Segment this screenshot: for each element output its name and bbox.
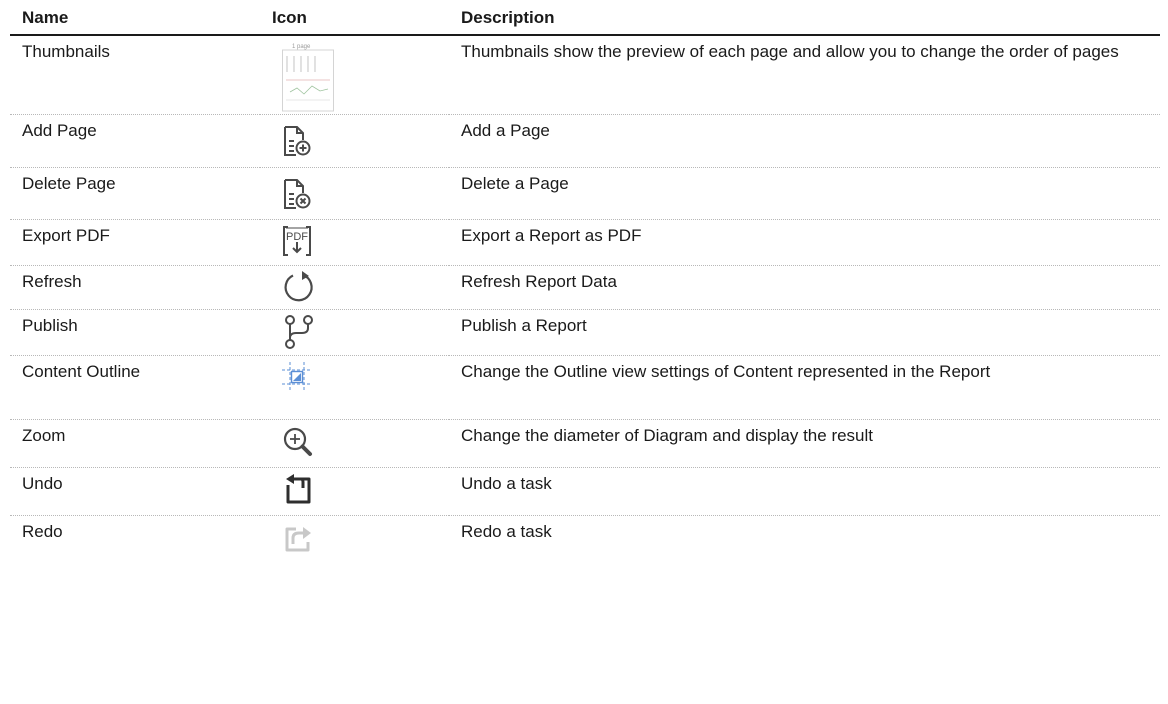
- row-name: Undo: [22, 473, 63, 493]
- table-row: Export PDF PDF Export a Report as PDF: [10, 219, 1160, 265]
- header-icon: Icon: [272, 8, 307, 27]
- export-pdf-icon: PDF: [283, 225, 311, 256]
- content-outline-icon: [282, 361, 312, 392]
- add-page-icon: [284, 125, 311, 156]
- thumbnail-label: 1 page: [292, 44, 311, 50]
- toolbar-reference-table: Name Icon Description Thumbnails 1 page: [10, 4, 1160, 565]
- row-name: Add Page: [22, 120, 97, 140]
- row-description: Refresh Report Data: [461, 271, 617, 291]
- publish-icon: [285, 314, 313, 349]
- row-name: Content Outline: [22, 361, 141, 381]
- row-description: Undo a task: [461, 473, 552, 493]
- zoom-in-icon: [283, 427, 312, 456]
- table-row: Undo Undo a task: [10, 467, 1160, 515]
- row-description: Delete a Page: [461, 173, 569, 193]
- table-row: Thumbnails 1 page Thumbnails show the pr…: [10, 35, 1160, 114]
- header-description: Description: [461, 8, 555, 27]
- refresh-icon: [284, 270, 313, 301]
- redo-icon: [285, 526, 311, 551]
- row-description: Redo a task: [461, 521, 552, 541]
- row-description: Export a Report as PDF: [461, 225, 642, 245]
- table-row: Redo Redo a task: [10, 515, 1160, 565]
- row-name: Refresh: [22, 271, 82, 291]
- pdf-label: PDF: [286, 231, 308, 243]
- table-row: Delete Page Delete a Page: [10, 167, 1160, 219]
- row-name: Delete Page: [22, 173, 116, 193]
- row-description: Change the diameter of Diagram and displ…: [461, 425, 874, 445]
- row-name: Redo: [22, 521, 63, 541]
- delete-page-icon: [284, 178, 311, 209]
- row-description: Change the Outline view settings of Cont…: [461, 361, 991, 381]
- row-name: Publish: [22, 315, 78, 335]
- row-name: Zoom: [22, 425, 66, 445]
- row-description: Thumbnails show the preview of each page…: [461, 42, 1119, 61]
- row-description: Add a Page: [461, 120, 550, 140]
- table-row: Content Outline Change the Outline view …: [10, 355, 1160, 419]
- table-header-row: Name Icon Description: [10, 4, 1160, 35]
- undo-icon: [286, 473, 311, 503]
- table-row: Refresh Refresh Report Data: [10, 265, 1160, 309]
- row-name: Export PDF: [22, 225, 110, 245]
- row-name: Thumbnails: [22, 42, 110, 61]
- table-row: Add Page Add a Page: [10, 114, 1160, 167]
- table-row: Zoom Change the diameter of Diagram and …: [10, 419, 1160, 467]
- table-row: Publish Publish a Report: [10, 309, 1160, 355]
- header-name: Name: [22, 8, 69, 27]
- row-description: Publish a Report: [461, 315, 587, 335]
- page-thumbnail-icon: 1 page: [282, 44, 334, 112]
